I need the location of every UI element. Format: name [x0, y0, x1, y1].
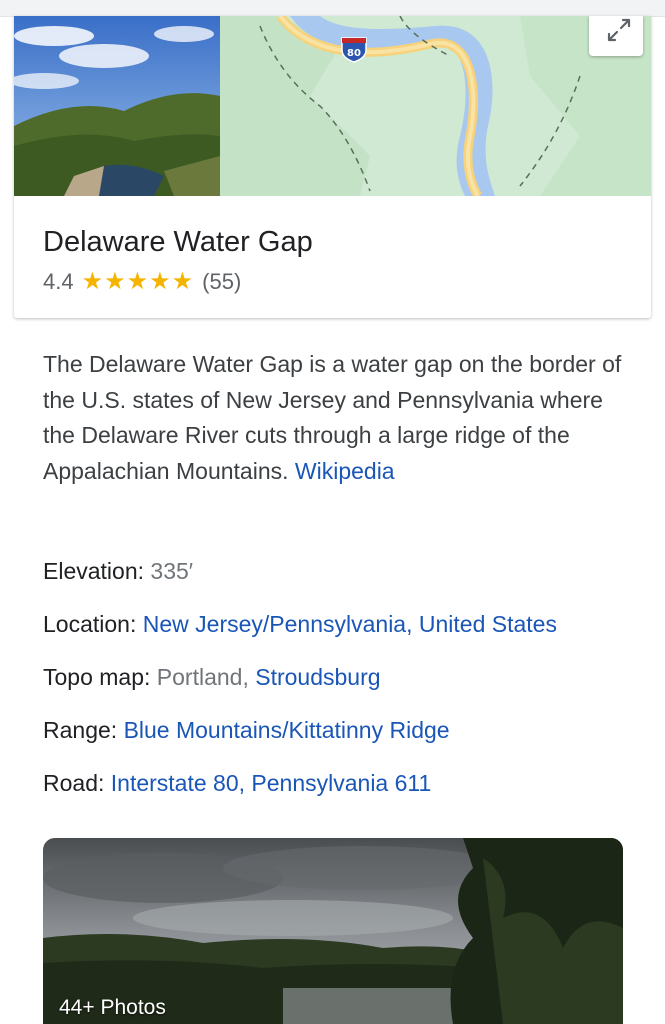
fact-elevation: Elevation: 335′ — [43, 558, 193, 585]
wikipedia-link[interactable]: Wikipedia — [295, 458, 395, 484]
fact-label: Range: — [43, 717, 124, 743]
topo-link-stroudsburg[interactable]: Stroudsburg — [255, 664, 380, 690]
road-link[interactable]: Interstate 80, Pennsylvania 611 — [111, 770, 432, 796]
expand-icon — [607, 18, 631, 42]
fact-road: Road: Interstate 80, Pennsylvania 611 — [43, 770, 431, 797]
range-link[interactable]: Blue Mountains/Kittatinny Ridge — [124, 717, 450, 743]
map-shield-number: 80 — [347, 48, 361, 59]
fact-label: Elevation: — [43, 558, 151, 584]
photos-count-label: 44+ Photos — [59, 996, 166, 1019]
knowledge-panel-header: 80 Delaware Water Gap 4.4 ★★★★★ (55) — [14, 16, 651, 318]
fact-location: Location: New Jersey/Pennsylvania, Unite… — [43, 611, 557, 638]
star-rating-icon: ★★★★★ — [81, 268, 195, 295]
location-link-country[interactable]: United States — [419, 611, 557, 637]
interstate-shield-icon: 80 — [341, 37, 367, 63]
description: The Delaware Water Gap is a water gap on… — [43, 347, 633, 489]
fact-label: Road: — [43, 770, 111, 796]
fact-value: Portland, — [156, 664, 256, 690]
place-title: Delaware Water Gap — [43, 226, 313, 258]
place-photo[interactable] — [14, 16, 220, 196]
review-count[interactable]: (55) — [202, 269, 241, 295]
photos-carousel[interactable]: 44+ Photos — [43, 838, 623, 1024]
fact-label: Topo map: — [43, 664, 157, 690]
rating-value: 4.4 — [43, 268, 74, 294]
fact-topo-map: Topo map: Portland, Stroudsburg — [43, 664, 381, 691]
separator: , — [406, 611, 419, 637]
location-link-states[interactable]: New Jersey/Pennsylvania — [143, 611, 406, 637]
map-preview[interactable]: 80 — [220, 16, 651, 196]
fact-range: Range: Blue Mountains/Kittatinny Ridge — [43, 717, 450, 744]
landscape-image — [14, 16, 220, 196]
fact-value: 335′ — [150, 558, 194, 584]
rating-row[interactable]: 4.4 ★★★★★ (55) — [43, 267, 241, 296]
map-image: 80 — [220, 16, 651, 196]
expand-map-button[interactable] — [589, 16, 643, 56]
top-bar — [0, 0, 665, 17]
fact-label: Location: — [43, 611, 143, 637]
